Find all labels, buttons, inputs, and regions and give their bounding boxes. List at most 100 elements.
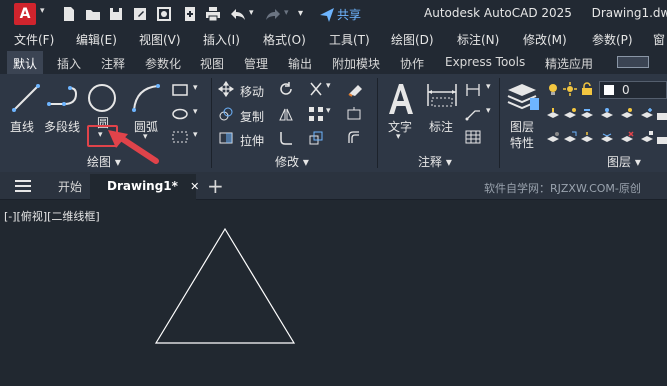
share-button[interactable]: 共享 [337, 6, 361, 23]
open-web-icon[interactable] [155, 5, 173, 23]
tab-parametric[interactable]: 参数化 [145, 55, 181, 72]
layer-properties-label-1[interactable]: 图层 [510, 118, 534, 135]
menu-dimension[interactable]: 标注(N) [457, 31, 499, 48]
layer-freeze-icon[interactable] [640, 107, 654, 121]
autocad-logo[interactable]: A [14, 3, 36, 25]
tab-featured-apps[interactable]: 精选应用 [545, 55, 593, 72]
hamburger-menu-icon[interactable] [15, 180, 31, 192]
text-icon[interactable] [385, 80, 417, 116]
explode-icon[interactable] [346, 106, 362, 122]
leader-dropdown-icon[interactable]: ▾ [486, 106, 491, 116]
copy-button-label[interactable]: 复制 [240, 108, 264, 125]
menu-edit[interactable]: 编辑(E) [76, 31, 117, 48]
circle-icon[interactable] [86, 82, 118, 114]
layers-panel-title[interactable]: 图层 ▾ [607, 153, 641, 170]
current-layer-dropdown[interactable]: 0 [599, 81, 667, 99]
layer-delete-icon[interactable] [620, 131, 634, 145]
dimension-icon[interactable] [424, 80, 460, 116]
layer-isolate-icon[interactable] [600, 107, 614, 121]
rectangle-dropdown-icon[interactable]: ▾ [193, 83, 198, 93]
layer-previous-icon[interactable] [580, 107, 594, 121]
customize-toolbar-icon[interactable]: ▾ [298, 8, 308, 26]
scale-icon[interactable] [308, 130, 324, 146]
tab-default[interactable]: 默认 [7, 51, 44, 74]
new-tab-button[interactable]: + [207, 174, 224, 198]
trim-icon[interactable] [308, 81, 324, 97]
triangle-shape[interactable] [154, 227, 296, 344]
ellipse-icon[interactable] [172, 108, 188, 120]
stretch-icon[interactable] [218, 130, 234, 146]
undo-dropdown-icon[interactable]: ▾ [249, 8, 259, 26]
menu-tools[interactable]: 工具(T) [329, 31, 370, 48]
menu-window[interactable]: 窗 [653, 31, 665, 48]
polyline-icon[interactable] [46, 82, 80, 114]
modify-panel-title[interactable]: 修改 ▾ [275, 153, 309, 170]
menu-insert[interactable]: 插入(I) [203, 31, 240, 48]
linear-dimension-icon[interactable] [465, 83, 481, 97]
leader-icon[interactable] [465, 107, 481, 121]
redo-dropdown-icon[interactable]: ▾ [284, 8, 294, 26]
layer-walk-icon[interactable] [580, 131, 594, 145]
viewport-controls[interactable]: [-][俯视][二维线框] [4, 208, 100, 224]
erase-icon[interactable] [346, 81, 364, 97]
hatch-icon[interactable] [172, 131, 188, 143]
save-as-icon[interactable] [131, 5, 149, 23]
table-icon[interactable] [465, 130, 481, 144]
tab-express-tools[interactable]: Express Tools [445, 55, 525, 69]
polyline-button-label[interactable]: 多段线 [44, 118, 80, 135]
linear-dimension-dropdown-icon[interactable]: ▾ [486, 82, 491, 92]
dimension-button-label[interactable]: 标注 [429, 118, 453, 135]
move-icon[interactable] [218, 81, 234, 97]
tab-annotate[interactable]: 注释 [101, 55, 125, 72]
layer-properties-label-2[interactable]: 特性 [510, 134, 534, 151]
redo-icon[interactable] [264, 5, 282, 23]
layer-properties-icon[interactable] [506, 80, 540, 112]
drawing1-tab[interactable]: Drawing1* ✕ [90, 174, 199, 200]
layer-make-current-icon[interactable] [546, 107, 560, 121]
trim-dropdown-icon[interactable]: ▾ [326, 81, 331, 91]
array-icon[interactable] [308, 106, 324, 122]
print-icon[interactable] [204, 5, 222, 23]
rotate-icon[interactable] [278, 81, 294, 97]
hatch-dropdown-icon[interactable]: ▾ [193, 130, 198, 140]
menu-file[interactable]: 文件(F) [14, 31, 54, 48]
tab-manage[interactable]: 管理 [244, 55, 268, 72]
app-menu-caret-icon[interactable]: ▾ [40, 6, 50, 16]
layer-on-icon[interactable] [546, 82, 560, 96]
open-folder-icon[interactable] [84, 5, 102, 23]
offset-icon[interactable] [346, 130, 362, 146]
layer-lock-icon[interactable] [656, 107, 667, 121]
layer-copy-icon[interactable] [563, 131, 577, 145]
layer-lock-2-icon[interactable] [656, 131, 667, 145]
undo-icon[interactable] [229, 5, 247, 23]
mirror-icon[interactable] [278, 106, 294, 122]
menu-parametric[interactable]: 参数(P) [592, 31, 633, 48]
layer-unlock-icon[interactable] [580, 82, 594, 96]
save-icon[interactable] [107, 5, 125, 23]
copy-icon[interactable] [218, 106, 234, 122]
arc-icon[interactable] [130, 82, 164, 114]
ribbon-minimize-button[interactable] [617, 56, 649, 68]
layer-thaw-icon[interactable] [563, 82, 577, 96]
line-button-label[interactable]: 直线 [10, 118, 34, 135]
text-dropdown-icon[interactable]: ▾ [396, 132, 401, 142]
drawing-canvas[interactable] [0, 200, 667, 386]
ellipse-dropdown-icon[interactable]: ▾ [193, 107, 198, 117]
tab-addins[interactable]: 附加模块 [332, 55, 380, 72]
save-web-icon[interactable] [181, 5, 199, 23]
close-tab-icon[interactable]: ✕ [190, 180, 199, 193]
layer-off-icon[interactable] [546, 131, 560, 145]
menu-draw[interactable]: 绘图(D) [391, 31, 434, 48]
share-icon[interactable] [318, 6, 334, 22]
stretch-button-label[interactable]: 拉伸 [240, 132, 264, 149]
menu-format[interactable]: 格式(O) [263, 31, 306, 48]
start-tab[interactable]: 开始 [58, 178, 82, 195]
array-dropdown-icon[interactable]: ▾ [326, 106, 331, 116]
tab-insert[interactable]: 插入 [57, 55, 81, 72]
annotation-panel-title[interactable]: 注释 ▾ [418, 153, 452, 170]
line-icon[interactable] [10, 82, 42, 114]
menu-modify[interactable]: 修改(M) [523, 31, 567, 48]
tab-output[interactable]: 输出 [288, 55, 312, 72]
rectangle-icon[interactable] [172, 84, 188, 96]
layer-merge-icon[interactable] [600, 131, 614, 145]
